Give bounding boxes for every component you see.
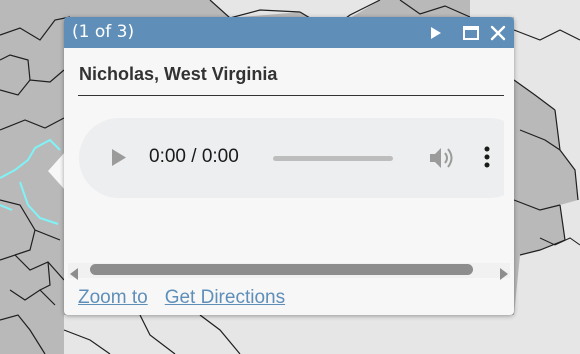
next-feature-button[interactable] <box>427 24 445 42</box>
arrow-right-icon <box>500 268 508 280</box>
zoom-to-link[interactable]: Zoom to <box>78 287 148 308</box>
maximize-button[interactable] <box>462 24 480 42</box>
audio-play-button[interactable] <box>111 148 127 171</box>
maximize-icon <box>463 26 479 40</box>
scrollbar-thumb[interactable] <box>90 264 473 275</box>
feature-count: (1 of 3) <box>72 22 135 42</box>
volume-icon <box>430 148 453 168</box>
popup-header-title: Nicholas, West Virginia <box>79 64 278 84</box>
more-vertical-icon <box>484 146 490 168</box>
audio-time: 0:00 / 0:00 <box>149 146 239 167</box>
popup-actions: Zoom to Get Directions <box>78 287 302 309</box>
popup-pointer <box>48 152 65 190</box>
scroll-right-button[interactable] <box>498 265 510 280</box>
play-icon <box>431 27 441 39</box>
audio-progress-bar[interactable] <box>273 156 393 161</box>
get-directions-link[interactable]: Get Directions <box>165 287 285 308</box>
close-icon <box>490 25 506 41</box>
audio-volume-button[interactable] <box>429 147 455 173</box>
popup-content[interactable]: Nicholas, West Virginia 0:00 / 0:00 <box>78 48 504 263</box>
header-divider <box>78 95 504 96</box>
audio-more-options-button[interactable] <box>483 146 491 172</box>
arrow-left-icon <box>70 268 78 280</box>
close-button[interactable] <box>489 24 507 42</box>
popup-titlebar: (1 of 3) <box>64 17 514 48</box>
feature-popup: (1 of 3) Nicholas, West Virginia 0:00 / … <box>64 17 514 315</box>
audio-player: 0:00 / 0:00 <box>79 118 504 198</box>
scroll-left-button[interactable] <box>68 265 80 280</box>
horizontal-scrollbar[interactable] <box>68 263 510 280</box>
play-icon <box>112 149 126 166</box>
